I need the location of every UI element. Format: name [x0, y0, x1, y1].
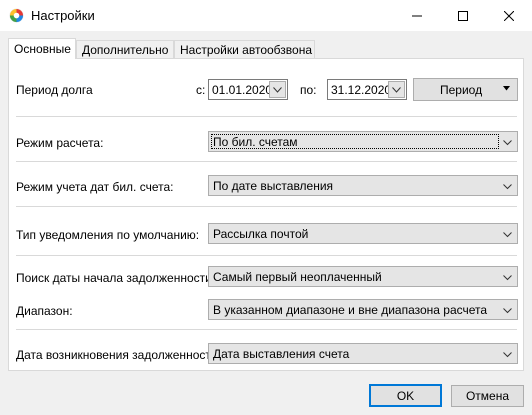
chevron-down-icon: [503, 184, 512, 190]
tab-additional[interactable]: Дополнительно: [76, 40, 174, 58]
debt-search-label: Поиск даты начала задолженности:: [16, 271, 216, 285]
tab-main[interactable]: Основные: [8, 38, 76, 59]
chevron-down-icon: [503, 275, 512, 281]
period-button[interactable]: Период: [413, 78, 518, 101]
calc-mode-select[interactable]: По бил. счетам: [208, 131, 518, 152]
separator: [16, 161, 517, 162]
ok-button-label: OK: [396, 388, 415, 403]
minimize-icon: [412, 15, 422, 16]
calc-mode-value: По бил. счетам: [213, 135, 298, 149]
chevron-down-icon: [503, 352, 512, 358]
date-to-dropdown-button[interactable]: [388, 81, 405, 98]
date-mode-select[interactable]: По дате выставления: [208, 175, 518, 196]
debt-origin-value: Дата выставления счета: [213, 347, 350, 361]
from-label: с:: [196, 83, 206, 97]
window-title: Настройки: [31, 8, 95, 23]
ok-button[interactable]: OK: [369, 384, 442, 407]
date-from-value: 01.01.2020: [212, 83, 273, 97]
date-mode-value: По дате выставления: [213, 179, 334, 193]
caret-down-icon: [503, 86, 510, 91]
maximize-button[interactable]: [440, 0, 486, 31]
date-to-field[interactable]: 31.12.2020: [327, 79, 407, 100]
range-select[interactable]: В указанном диапазоне и вне диапазона ра…: [208, 299, 518, 320]
chevron-down-icon: [503, 232, 512, 238]
separator: [16, 255, 517, 256]
tab-autodial-settings[interactable]: Настройки автообзвона: [174, 40, 315, 58]
separator: [16, 116, 517, 117]
date-mode-label: Режим учета дат бил. счета:: [16, 180, 174, 194]
calc-mode-label: Режим расчета:: [16, 136, 104, 150]
notify-type-select[interactable]: Рассылка почтой: [208, 223, 518, 244]
date-from-dropdown-button[interactable]: [269, 81, 286, 98]
notify-type-value: Рассылка почтой: [213, 227, 309, 241]
app-logo-icon: [9, 8, 24, 23]
title-bar: Настройки: [0, 0, 532, 31]
debt-search-select[interactable]: Самый первый неоплаченный: [208, 266, 518, 287]
minimize-button[interactable]: [394, 0, 440, 31]
to-label: по:: [300, 83, 317, 97]
chevron-down-icon: [503, 308, 512, 314]
maximize-icon: [458, 10, 468, 21]
cancel-button[interactable]: Отмена: [451, 385, 524, 407]
cancel-button-label: Отмена: [465, 389, 510, 403]
debt-period-label: Период долга: [16, 83, 93, 97]
chevron-down-icon: [503, 140, 512, 146]
notify-type-label: Тип уведомления по умолчанию:: [16, 228, 200, 242]
close-button[interactable]: [486, 0, 532, 31]
debt-origin-select[interactable]: Дата выставления счета: [208, 343, 518, 364]
date-from-field[interactable]: 01.01.2020: [208, 79, 288, 100]
period-button-label: Период: [440, 82, 483, 97]
range-value: В указанном диапазоне и вне диапазона ра…: [213, 303, 488, 317]
chevron-down-icon: [273, 86, 282, 93]
date-to-value: 31.12.2020: [331, 83, 392, 97]
range-label: Диапазон:: [16, 304, 73, 318]
debt-search-value: Самый первый неоплаченный: [213, 270, 382, 284]
main-tab-panel: Период долга с: 01.01.2020 по: 31.12.202…: [8, 58, 524, 371]
debt-origin-label: Дата возникновения задолженности:: [16, 348, 208, 362]
separator: [16, 206, 517, 207]
separator: [16, 329, 517, 330]
chevron-down-icon: [392, 86, 401, 93]
close-icon: [504, 10, 514, 21]
